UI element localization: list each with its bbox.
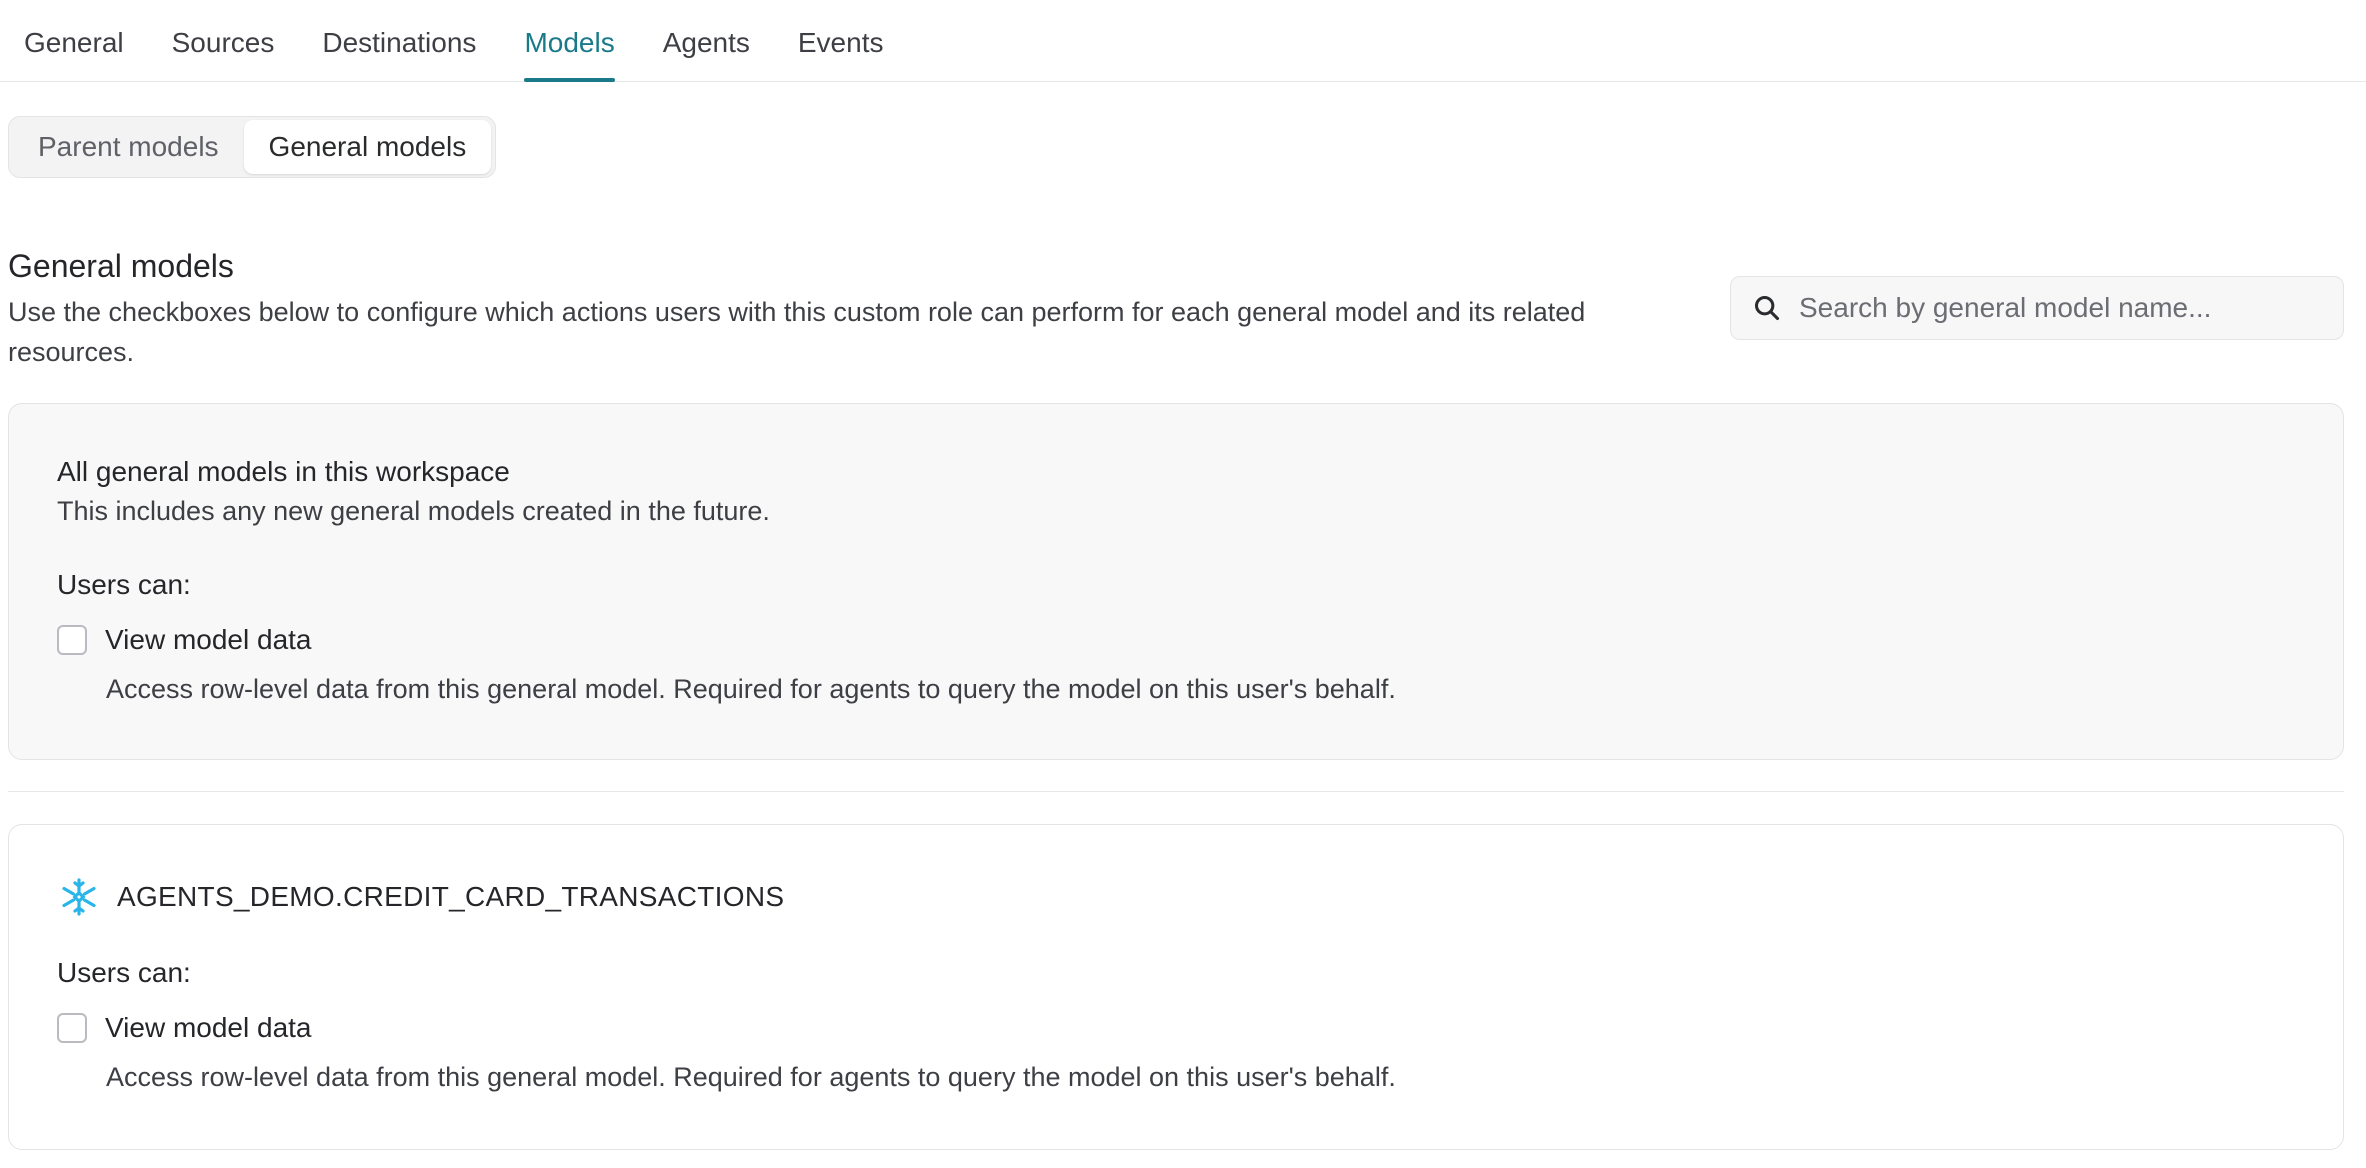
- segment-parent-models[interactable]: Parent models: [13, 120, 244, 174]
- tab-label: Agents: [662, 26, 750, 58]
- view-model-data-label[interactable]: View model data: [105, 624, 312, 656]
- divider: [8, 791, 2344, 792]
- card-subtitle: This includes any new general models cre…: [57, 496, 770, 526]
- tab-destinations[interactable]: Destinations: [322, 0, 476, 81]
- top-nav-tabs: General Sources Destinations Models Agen…: [0, 0, 2366, 82]
- tab-label: Events: [797, 26, 884, 58]
- model-header: AGENTS_DEMO.CREDIT_CARD_TRANSACTIONS: [59, 877, 784, 917]
- model-name: AGENTS_DEMO.CREDIT_CARD_TRANSACTIONS: [117, 881, 785, 912]
- users-can-label: Users can:: [57, 957, 191, 988]
- tab-general[interactable]: General: [24, 0, 124, 81]
- card-title: All general models in this workspace: [57, 456, 510, 487]
- model-card: AGENTS_DEMO.CREDIT_CARD_TRANSACTIONS Use…: [8, 824, 2344, 1150]
- tab-sources[interactable]: Sources: [172, 0, 275, 81]
- tab-agents[interactable]: Agents: [663, 0, 750, 81]
- view-model-data-label[interactable]: View model data: [105, 1012, 312, 1044]
- permission-description: Access row-level data from this general …: [106, 674, 1396, 704]
- search-box[interactable]: [1730, 276, 2344, 340]
- model-type-segmented-control: Parent models General models: [8, 116, 497, 178]
- tab-label: Sources: [171, 26, 275, 58]
- all-general-models-card: All general models in this workspace Thi…: [8, 403, 2344, 760]
- users-can-label: Users can:: [57, 569, 191, 600]
- tab-label: Destinations: [322, 26, 477, 58]
- tab-label: Models: [524, 26, 615, 58]
- view-model-data-checkbox[interactable]: [57, 1013, 87, 1043]
- section-description: Use the checkboxes below to configure wh…: [8, 297, 1586, 367]
- view-model-data-option[interactable]: View model data: [57, 1012, 312, 1044]
- view-model-data-checkbox[interactable]: [57, 625, 87, 655]
- permission-description: Access row-level data from this general …: [106, 1062, 1396, 1092]
- tab-models[interactable]: Models: [524, 0, 615, 82]
- tab-events[interactable]: Events: [798, 0, 884, 81]
- section-title: General models: [8, 248, 234, 284]
- view-model-data-option[interactable]: View model data: [57, 624, 312, 656]
- tab-label: General: [24, 26, 124, 58]
- segment-general-models[interactable]: General models: [243, 120, 492, 174]
- snowflake-icon: [59, 877, 99, 917]
- search-icon: [1753, 294, 1781, 322]
- search-input[interactable]: [1797, 291, 2321, 325]
